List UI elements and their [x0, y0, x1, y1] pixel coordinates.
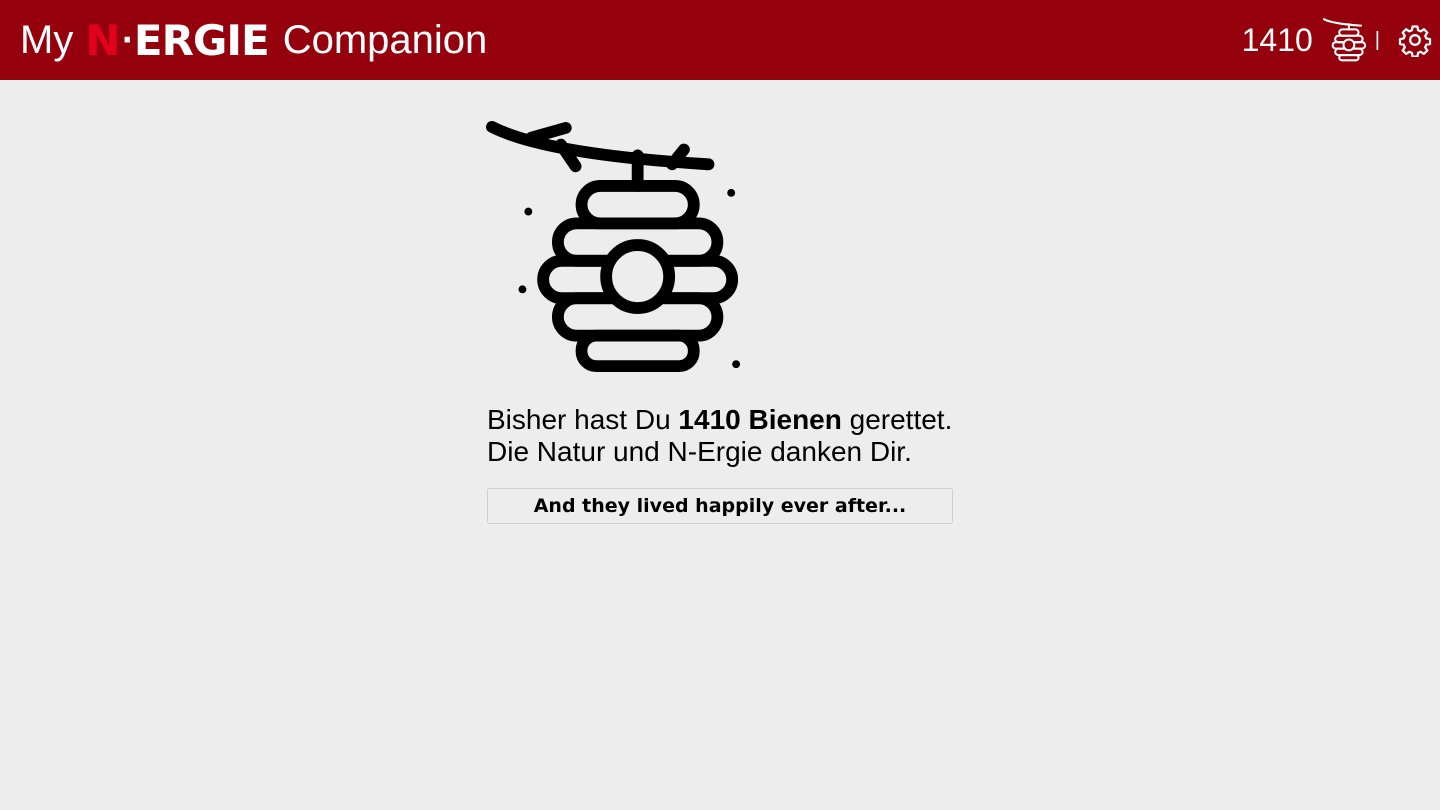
- gear-icon[interactable]: [1398, 23, 1432, 57]
- app-header: My N · ERGIE Companion 1410 |: [0, 0, 1440, 80]
- main-content: Bisher hast Du 1410 Bienen gerettet. Die…: [486, 120, 953, 524]
- title-suffix: Companion: [282, 17, 488, 62]
- beehive-icon: [486, 120, 741, 373]
- bee-counter: 1410: [1241, 21, 1313, 58]
- header-status: 1410 |: [1242, 0, 1440, 80]
- rescue-line-2: Die Natur und N-Ergie danken Dir.: [487, 436, 912, 467]
- n-ergie-logo: N · ERGIE: [85, 15, 269, 65]
- rescue-message: Bisher hast Du 1410 Bienen gerettet. Die…: [487, 404, 953, 468]
- bee-count-highlight: 1410 Bienen: [678, 404, 842, 435]
- happily-ever-after-button[interactable]: And they lived happily ever after...: [487, 488, 953, 524]
- rescue-line-1: Bisher hast Du 1410 Bienen gerettet.: [487, 404, 953, 435]
- title-prefix: My: [20, 17, 74, 62]
- beehive-icon: [1322, 18, 1366, 62]
- app-title: My N · ERGIE Companion: [20, 0, 487, 80]
- header-separator: |: [1374, 28, 1380, 51]
